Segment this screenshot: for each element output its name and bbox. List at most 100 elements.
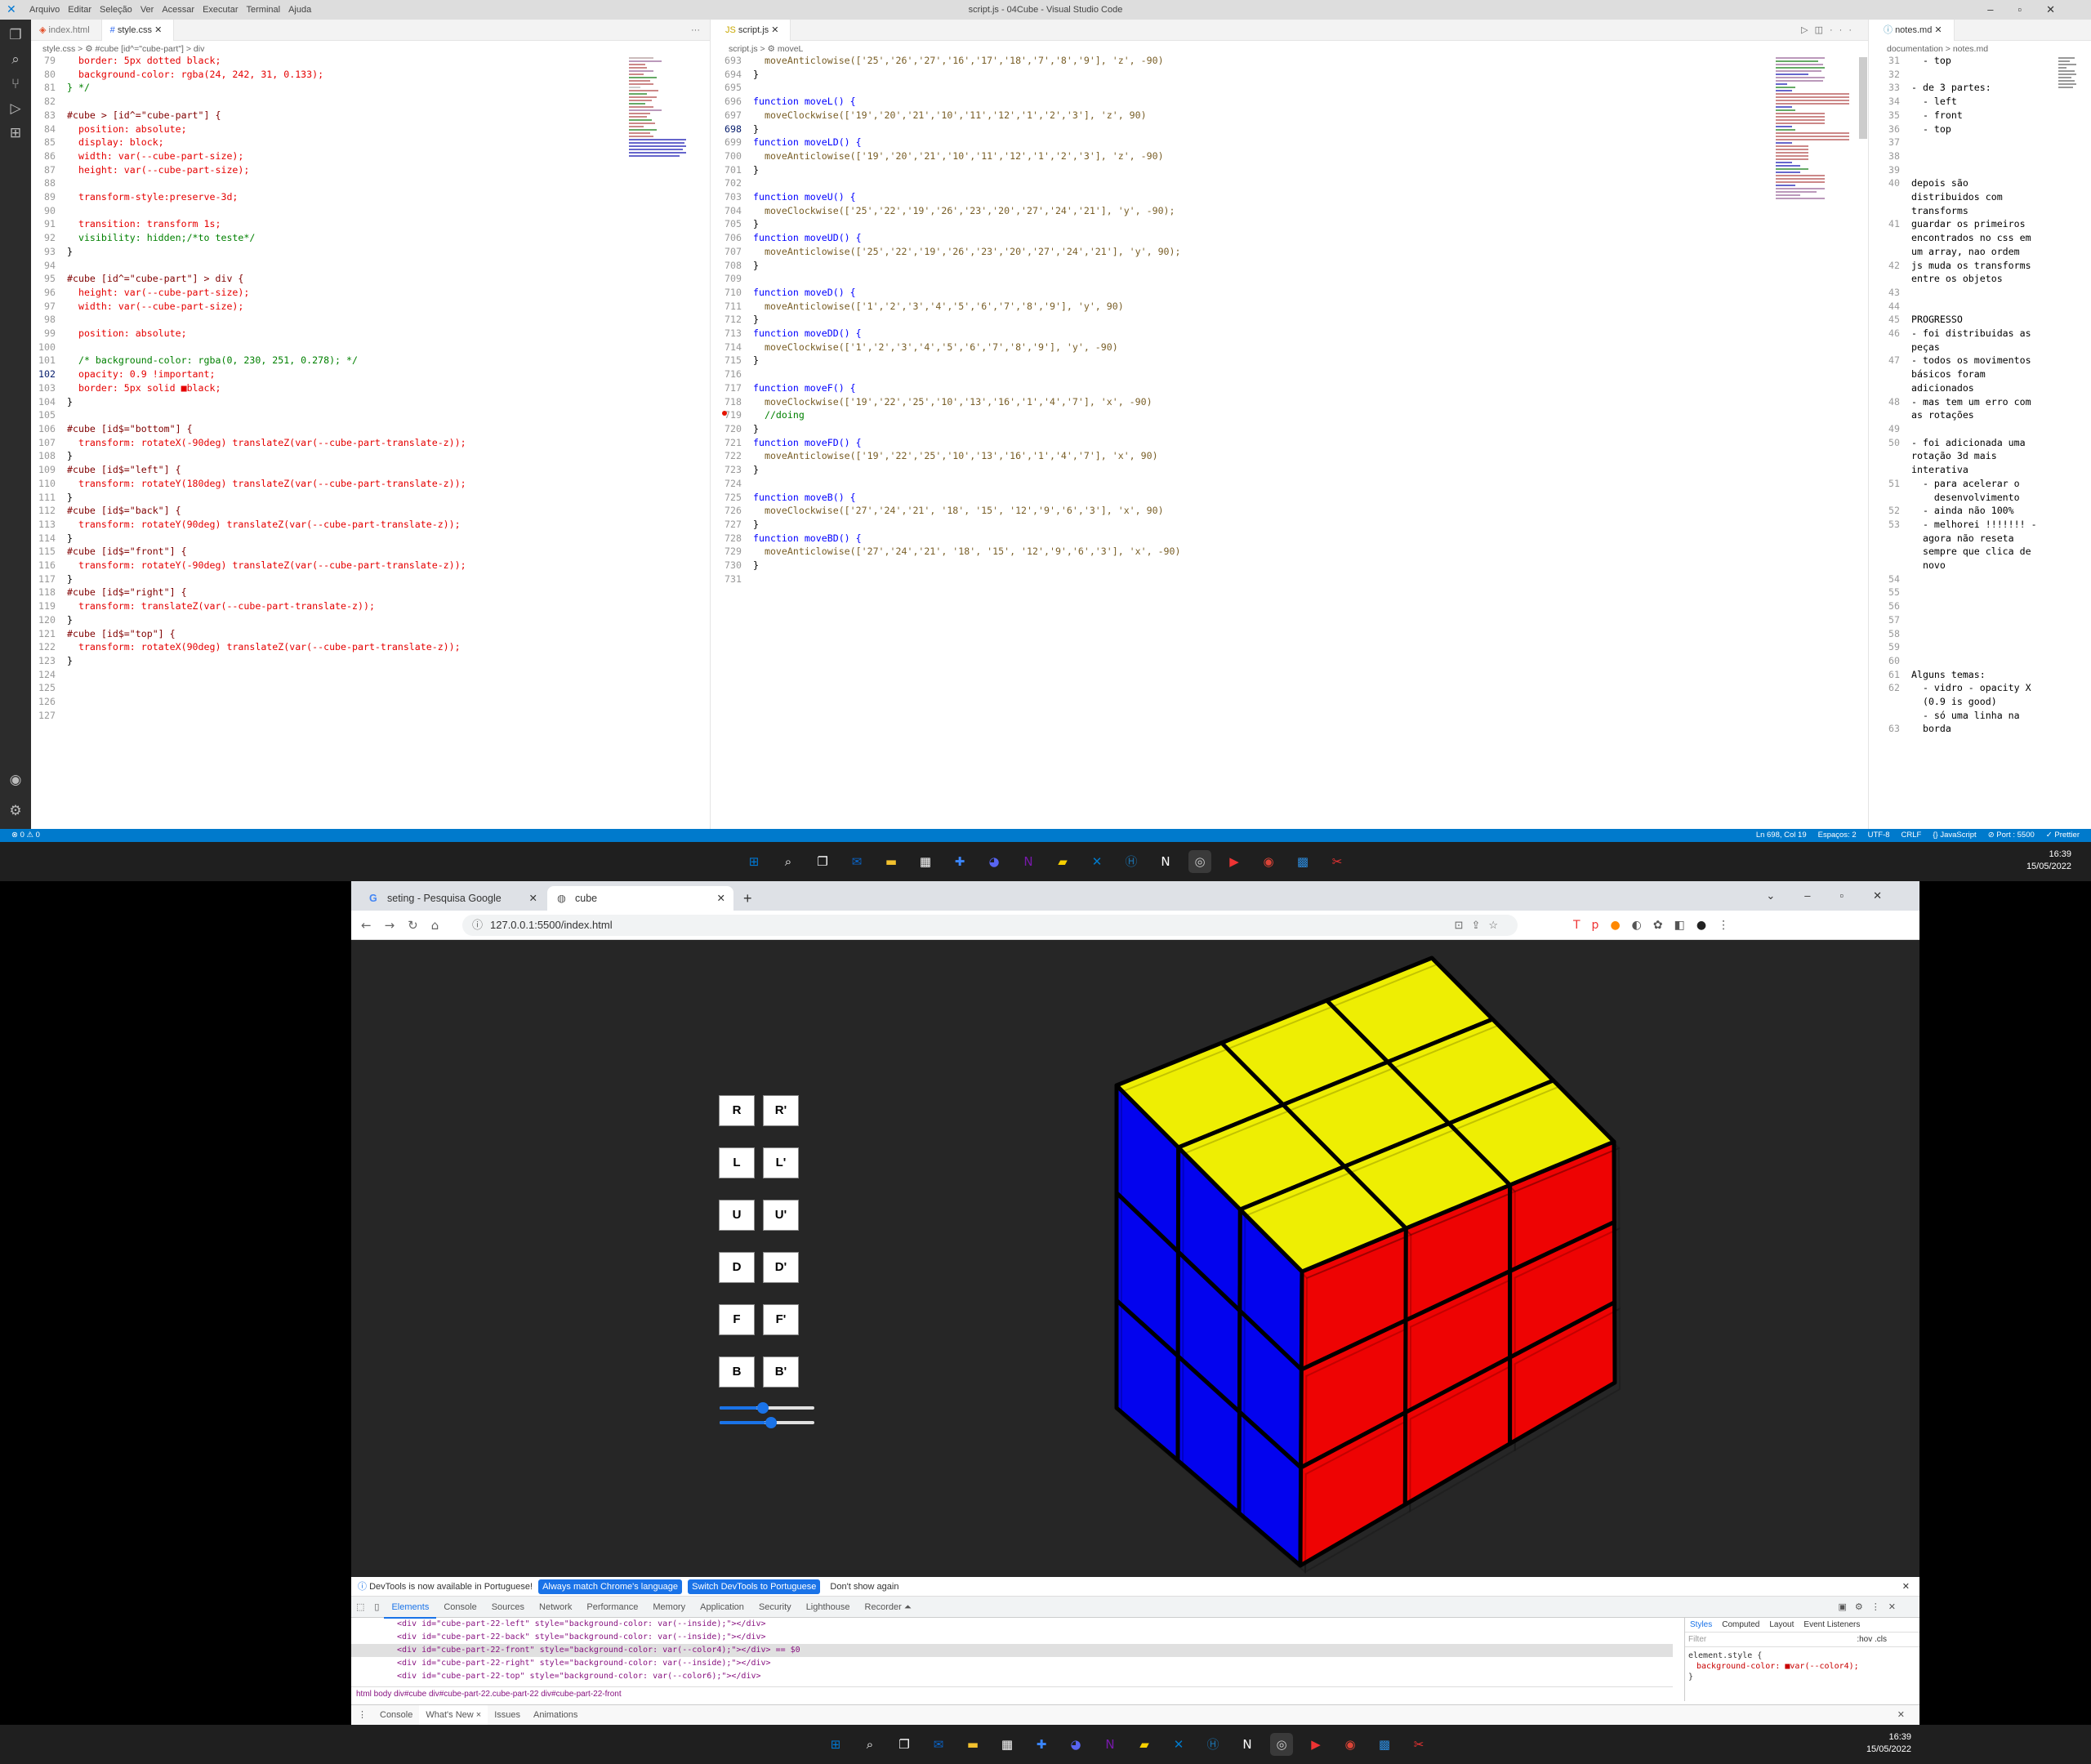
devtools-tab-security[interactable]: Security [751,1597,799,1618]
vs-code-icon[interactable]: ✕ [1167,1733,1190,1756]
media-icon[interactable]: ▶ [1304,1733,1327,1756]
system-tray[interactable]: 16:39 15/05/2022 [1866,1731,1911,1756]
devtools-tab-memory[interactable]: Memory [645,1597,693,1618]
media-icon[interactable]: ▶ [1223,850,1246,873]
hov-cls-toggle[interactable]: :hov .cls [1857,1633,1887,1647]
vs-code-blue-icon[interactable]: ✚ [1030,1733,1053,1756]
styles-filter[interactable]: Filter :hov .cls [1685,1633,1919,1647]
notion-icon[interactable]: N [1154,850,1177,873]
devtools-actions[interactable]: ▣⚙⋮✕ [1831,1597,1911,1618]
address-bar[interactable]: ⓘ 127.0.0.1:5500/index.html ⊡⇪☆ [462,915,1518,936]
extension-tp-icon[interactable]: Tp [1573,919,1610,932]
breakpoint-dot[interactable] [722,411,727,416]
tab-google-search[interactable]: G seting - Pesquisa Google ✕ [359,886,546,911]
window-controls[interactable]: –▫✕ [1987,0,2080,20]
dom-row[interactable]: <div id="cube-part-22-back" style="backg… [351,1631,1673,1644]
css-code[interactable]: 79 border: 5px dotted black; 80 backgroun… [31,54,627,722]
search-icon[interactable]: ⌕ [777,850,800,873]
scrollbar[interactable] [1859,57,1867,139]
tab-notes-md[interactable]: ⓘ notes.md ✕ [1875,20,1955,41]
file-explorer-icon[interactable]: ▬ [961,1733,984,1756]
devtools-tab-performance[interactable]: Performance [579,1597,645,1618]
dom-breadcrumb[interactable]: html body div#cube div#cube-part-22.cube… [351,1686,1673,1701]
close-tab-icon[interactable]: ✕ [717,886,725,911]
file-explorer-icon[interactable]: ▬ [880,850,903,873]
tab-style-css[interactable]: # style.css ✕ [101,20,175,41]
new-tab-button[interactable]: + [743,886,752,911]
close-icon[interactable]: ✕ [1902,1577,1910,1597]
devtools-tab-console[interactable]: Console [436,1597,484,1618]
notion-icon[interactable]: N [1236,1733,1259,1756]
search-icon[interactable]: ⌕ [858,1733,881,1756]
tab-script-js[interactable]: JS script.js ✕ [717,20,791,41]
mail-icon[interactable]: ✉ [927,1733,950,1756]
extension-orange-icon[interactable]: ● [1610,919,1631,932]
style-property[interactable]: background-color: ■var(--color4); [1688,1661,1916,1672]
hydra-icon[interactable]: Ⓗ [1120,850,1143,873]
devtools-tab-sources[interactable]: Sources [484,1597,532,1618]
task-view-icon[interactable]: ❐ [893,1733,916,1756]
hydra-icon[interactable]: Ⓗ [1202,1733,1224,1756]
settings-gear-icon[interactable]: ⚙ [7,802,25,820]
dont-show-button[interactable]: Don't show again [826,1579,903,1594]
address-actions[interactable]: ⊡⇪☆ [1455,915,1506,936]
status-item[interactable]: UTF-8 [1868,829,1890,842]
windows-start-icon[interactable]: ⊞ [824,1733,847,1756]
window-controls[interactable]: ⌄–▫✕ [1766,881,1911,911]
dom-row[interactable]: <div id="cube-part-22-top" style="backgr… [351,1670,1673,1683]
devtools-tab-recorder[interactable]: Recorder ⏶ [858,1597,919,1618]
minimap[interactable] [2058,57,2083,220]
more-actions-icon[interactable]: ··· [691,20,700,41]
sticky-notes-icon[interactable]: ▰ [1133,1733,1156,1756]
onenote-icon[interactable]: N [1099,1733,1121,1756]
store-icon[interactable]: ▦ [914,850,937,873]
profile-avatar[interactable]: ● [1696,919,1718,932]
dom-row[interactable]: <div id="cube-part-22-right" style="back… [351,1657,1673,1670]
devtools-tab-elements[interactable]: Elements [384,1597,437,1619]
editor-actions[interactable]: ▷◫··· [1801,20,1858,41]
store-icon[interactable]: ▦ [996,1733,1019,1756]
discord-icon[interactable]: ◕ [983,850,1005,873]
tab-index-html[interactable]: ◈ index.html [31,20,102,41]
onenote-icon[interactable]: N [1017,850,1040,873]
status-item[interactable]: Ln 698, Col 19 [1756,829,1807,842]
status-item[interactable]: CRLF [1902,829,1922,842]
snipping-icon[interactable]: ✂ [1326,850,1349,873]
styles-tab-styles[interactable]: Styles [1685,1620,1717,1629]
devtools-tab-application[interactable]: Application [693,1597,751,1618]
notes-code[interactable]: 31 - top 32 33- de 3 partes: 34 - left 35 - … [1875,54,2071,736]
drawer-tab[interactable]: Console [373,1705,419,1725]
system-tray[interactable]: 16:39 15/05/2022 [2026,849,2071,873]
devtools-tab-lighthouse[interactable]: Lighthouse [799,1597,858,1618]
minimap[interactable] [1776,57,1854,776]
vs-code-blue-icon[interactable]: ✚ [948,850,971,873]
snipping-icon[interactable]: ✂ [1407,1733,1430,1756]
status-item[interactable]: {} JavaScript [1933,829,1976,842]
devtools-tab-network[interactable]: Network [532,1597,579,1618]
chrome-dev-icon[interactable]: ◎ [1188,850,1211,873]
run-debug-icon[interactable]: ▷ [7,100,25,118]
extension-icons[interactable]: Tp●◐✿◧●⋮ [1573,911,1741,940]
vs-code-icon[interactable]: ✕ [1086,850,1108,873]
search-icon[interactable]: ⌕ [7,51,25,69]
styles-tab-layout[interactable]: Layout [1764,1620,1799,1629]
switch-language-button[interactable]: Switch DevTools to Portuguese [688,1579,821,1594]
windows-start-icon[interactable]: ⊞ [742,850,765,873]
close-drawer-icon[interactable]: ✕ [1891,1705,1911,1725]
status-item[interactable]: ✓ Prettier [2046,829,2080,842]
chrome-icon[interactable]: ◉ [1257,850,1280,873]
task-view-icon[interactable]: ❐ [811,850,834,873]
minimap[interactable] [629,57,701,384]
tab-cube[interactable]: ◍ cube ✕ [547,886,733,911]
rubiks-cube[interactable] [351,940,1919,1577]
mail-icon[interactable]: ✉ [845,850,868,873]
drawer-tab[interactable]: Issues [488,1705,527,1725]
status-item[interactable]: ⊘ Port : 5500 [1988,829,2035,842]
device-toggle-icon[interactable]: ▯ [369,1597,384,1618]
drawer-menu-icon[interactable]: ⋮ [351,1705,373,1725]
extensions-icon[interactable]: ⊞ [7,124,25,142]
status-item[interactable]: Espaços: 2 [1818,829,1857,842]
js-code[interactable]: 693 moveAnticlowise(['25','26','27','16'… [717,54,1763,586]
drawer-tab[interactable]: Animations [527,1705,584,1725]
nav-buttons[interactable]: ←→↻⌂ [361,911,452,940]
